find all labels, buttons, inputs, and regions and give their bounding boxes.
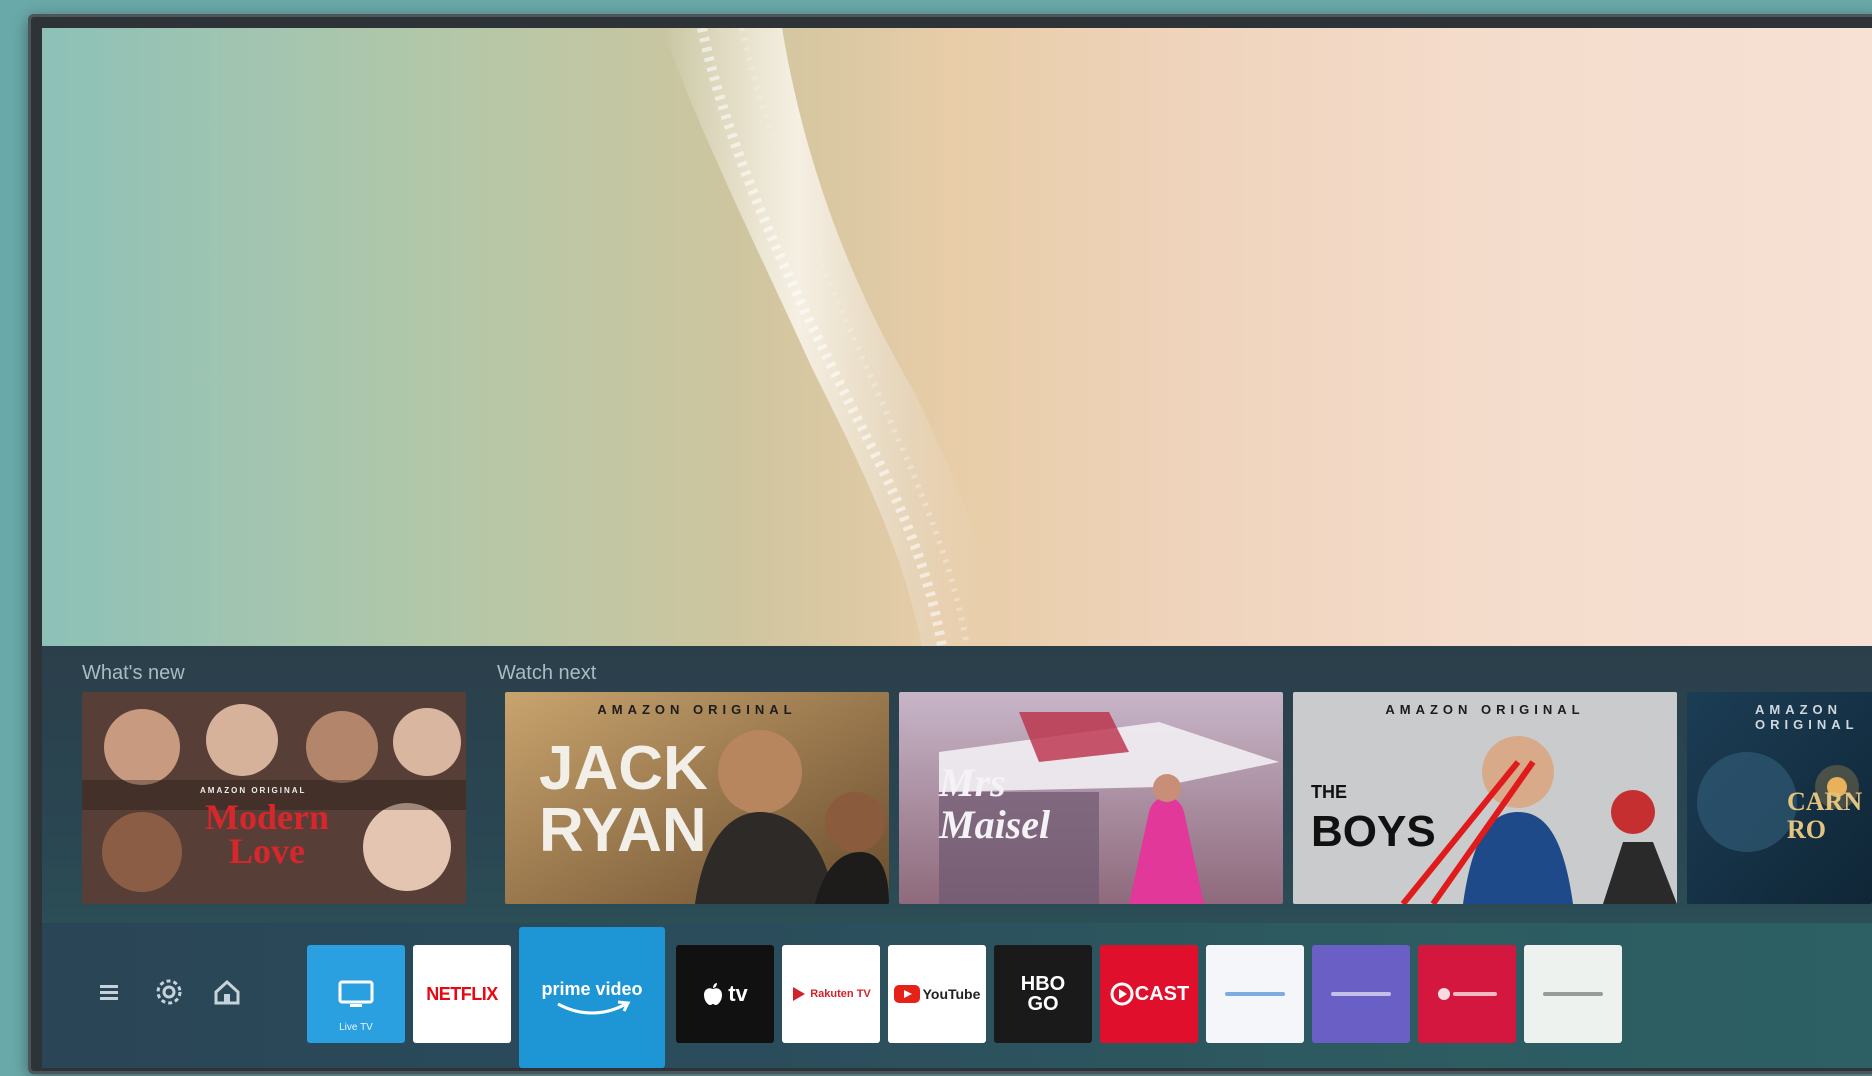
youtube-label: YouTube xyxy=(922,986,981,1002)
prime-video-label: prime video xyxy=(541,979,643,999)
menu-icon[interactable] xyxy=(92,975,126,1009)
circle-play-icon xyxy=(1110,982,1134,1006)
youtube-play-icon xyxy=(893,985,920,1003)
whats-new-label: What's new xyxy=(82,662,185,684)
app-bar: Live TV NETFLIX prime video tv Rakuten T… xyxy=(42,923,1872,1068)
app-white-1-logo xyxy=(1225,992,1285,996)
mrs-maisel-title-line2: Maisel xyxy=(939,802,1051,847)
live-tv-label: Live TV xyxy=(339,1022,373,1033)
tile-marvelous-mrs-maisel[interactable]: Mrs Maisel xyxy=(899,692,1283,904)
hbo-go-label: HBO GO xyxy=(1020,973,1066,1015)
carnival-row-tag: AMAZON ORIGINAL xyxy=(1755,702,1859,732)
apple-tv-label: tv xyxy=(728,981,748,1006)
app-apple-tv[interactable]: tv xyxy=(676,945,774,1043)
home-icon[interactable] xyxy=(210,975,244,1009)
app-netflix[interactable]: NETFLIX xyxy=(413,945,511,1043)
the-boys-title-line2: BOYS xyxy=(1311,807,1436,856)
carnival-row-title-line1: CARN xyxy=(1787,787,1863,816)
tile-modern-love[interactable]: AMAZON ORIGINAL Modern Love xyxy=(82,692,466,904)
jack-ryan-title-line2: RYAN xyxy=(539,796,707,865)
modern-love-title-line2: Love xyxy=(229,831,305,871)
app-red-logo xyxy=(1438,988,1497,1000)
tv-screen: What's new Watch next AMAZON ORIGINAL Mo… xyxy=(42,28,1872,1068)
tile-carnival-row[interactable]: AMAZON ORIGINAL CARN RO xyxy=(1687,692,1872,904)
modern-love-title: Modern Love xyxy=(192,799,342,871)
app-white-2-logo xyxy=(1543,992,1603,996)
mrs-maisel-title-line1: Mrs xyxy=(939,760,1006,805)
app-hbo-go[interactable]: HBO GO xyxy=(994,945,1092,1043)
app-live-tv[interactable]: Live TV xyxy=(307,945,405,1043)
jack-ryan-title: JACK RYAN xyxy=(539,738,708,862)
hero-background xyxy=(42,28,1872,646)
carnival-row-title: CARN RO xyxy=(1787,788,1862,844)
jack-ryan-tag: AMAZON ORIGINAL xyxy=(597,702,797,717)
tile-the-boys[interactable]: AMAZON ORIGINAL THE BOYS xyxy=(1293,692,1677,904)
app-white-1[interactable] xyxy=(1206,945,1304,1043)
settings-gear-icon[interactable] xyxy=(152,975,186,1009)
app-white-2[interactable] xyxy=(1524,945,1622,1043)
rakuten-tv-label: Rakuten TV xyxy=(810,988,871,1000)
carnival-row-title-line2: RO xyxy=(1787,815,1826,844)
apple-icon xyxy=(704,983,723,1005)
watch-next-label: Watch next xyxy=(497,662,597,684)
the-boys-tag: AMAZON ORIGINAL xyxy=(1385,702,1585,717)
app-prime-video[interactable]: prime video xyxy=(519,927,665,1068)
amazon-smile-icon xyxy=(557,1000,631,1015)
tv-icon xyxy=(338,980,374,1007)
surf-line-graphic xyxy=(42,28,1002,646)
vcast-label: CAST xyxy=(1134,982,1190,1005)
app-vcast[interactable]: CAST xyxy=(1100,945,1198,1043)
app-purple-logo xyxy=(1331,992,1391,996)
app-youtube[interactable]: YouTube xyxy=(888,945,986,1043)
jack-ryan-title-line1: JACK xyxy=(539,734,708,803)
play-icon xyxy=(793,987,806,1001)
netflix-label: NETFLIX xyxy=(426,983,498,1004)
app-rakuten-tv[interactable]: Rakuten TV xyxy=(782,945,880,1043)
modern-love-tag: AMAZON ORIGINAL xyxy=(200,786,307,795)
mrs-maisel-title: Mrs Maisel xyxy=(939,762,1050,846)
content-rows-panel: What's new Watch next AMAZON ORIGINAL Mo… xyxy=(42,646,1872,950)
the-boys-title: THE BOYS xyxy=(1311,764,1436,854)
app-purple[interactable] xyxy=(1312,945,1410,1043)
tile-jack-ryan[interactable]: AMAZON ORIGINAL JACK RYAN xyxy=(505,692,889,904)
the-boys-title-line1: THE xyxy=(1311,782,1347,802)
app-red[interactable] xyxy=(1418,945,1516,1043)
